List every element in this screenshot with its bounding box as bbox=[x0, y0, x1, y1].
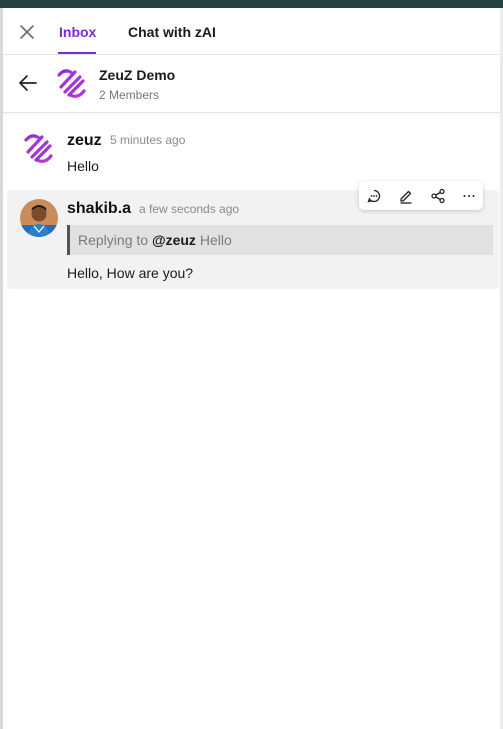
tab-chat-with-zai[interactable]: Chat with zAI bbox=[128, 24, 216, 40]
avatar[interactable] bbox=[20, 199, 58, 237]
chat-header: ZeuZ Demo 2 Members bbox=[3, 56, 500, 113]
message-author[interactable]: shakib.a bbox=[67, 200, 131, 218]
group-name[interactable]: ZeuZ Demo bbox=[99, 67, 175, 83]
tab-active-indicator bbox=[58, 52, 96, 54]
message-text: Hello bbox=[67, 158, 99, 174]
avatar[interactable] bbox=[20, 130, 56, 166]
chat-panel: Inbox Chat with zAI ZeuZ Demo 2 Members bbox=[3, 8, 500, 729]
reply-prefix: Replying to bbox=[78, 232, 149, 248]
back-arrow-icon[interactable] bbox=[17, 72, 39, 94]
reply-quoted-text: Hello bbox=[199, 232, 232, 248]
message-author[interactable]: zeuz bbox=[67, 132, 102, 150]
more-icon[interactable] bbox=[458, 185, 480, 207]
message-timestamp: 5 minutes ago bbox=[110, 133, 186, 147]
tab-bar: Inbox Chat with zAI bbox=[3, 8, 500, 55]
message-action-toolbar bbox=[359, 181, 483, 210]
close-icon[interactable] bbox=[17, 22, 37, 42]
reply-icon[interactable] bbox=[363, 185, 385, 207]
message-item: zeuz 5 minutes ago Hello bbox=[3, 120, 500, 180]
group-member-count: 2 Members bbox=[99, 88, 160, 102]
share-icon[interactable] bbox=[427, 185, 449, 207]
message-timestamp: a few seconds ago bbox=[139, 202, 240, 216]
reply-quote[interactable]: Replying to @zeuz Hello bbox=[67, 225, 493, 255]
message-text: Hello, How are you? bbox=[67, 265, 194, 281]
group-avatar[interactable] bbox=[53, 65, 89, 101]
reply-mention[interactable]: @zeuz bbox=[152, 232, 196, 248]
edit-icon[interactable] bbox=[395, 185, 417, 207]
app-top-bar bbox=[0, 0, 503, 8]
tab-inbox[interactable]: Inbox bbox=[59, 24, 96, 40]
